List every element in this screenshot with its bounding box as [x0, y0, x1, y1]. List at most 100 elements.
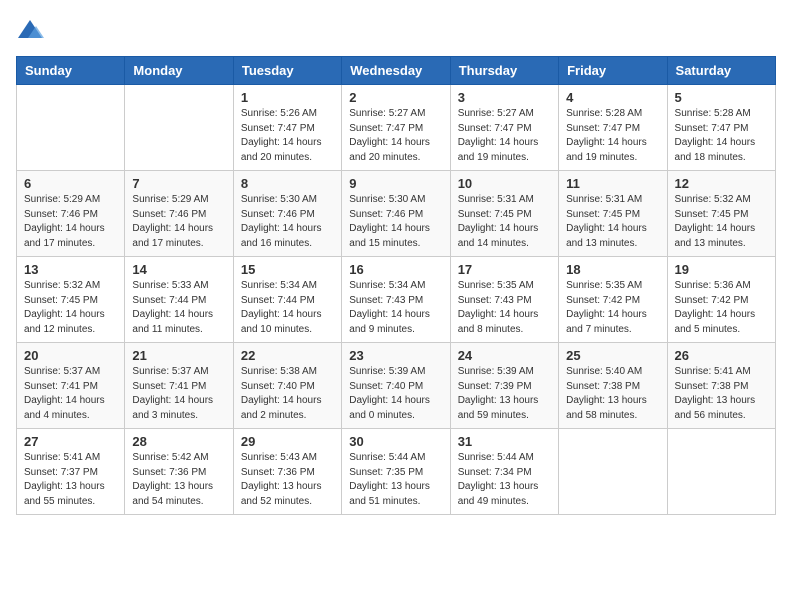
- day-info: Sunrise: 5:33 AM Sunset: 7:44 PM Dayligh…: [132, 279, 225, 337]
- calendar-cell: 28Sunrise: 5:42 AM Sunset: 7:36 PM Dayli…: [125, 429, 233, 515]
- day-info: Sunrise: 5:35 AM Sunset: 7:42 PM Dayligh…: [566, 279, 659, 337]
- day-info: Sunrise: 5:34 AM Sunset: 7:43 PM Dayligh…: [349, 279, 442, 337]
- day-info: Sunrise: 5:27 AM Sunset: 7:47 PM Dayligh…: [349, 107, 442, 165]
- day-number: 7: [132, 176, 225, 191]
- day-info: Sunrise: 5:29 AM Sunset: 7:46 PM Dayligh…: [132, 193, 225, 251]
- weekday-header-saturday: Saturday: [667, 57, 775, 85]
- calendar-cell: 19 Sunrise: 5:36 AM Sunset: 7:42 PM Dayli…: [667, 257, 775, 343]
- day-info: Sunrise: 5:30 AM Sunset: 7:46 PM Dayligh…: [241, 193, 334, 251]
- calendar-cell: 18 Sunrise: 5:35 AM Sunset: 7:42 PM Dayli…: [559, 257, 667, 343]
- calendar-cell: 7 Sunrise: 5:29 AM Sunset: 7:46 PM Daylig…: [125, 171, 233, 257]
- calendar-cell: 10 Sunrise: 5:31 AM Sunset: 7:45 PM Dayli…: [450, 171, 558, 257]
- calendar-cell: 14 Sunrise: 5:33 AM Sunset: 7:44 PM Dayli…: [125, 257, 233, 343]
- day-info: Sunrise: 5:29 AM Sunset: 7:46 PM Dayligh…: [24, 193, 117, 251]
- day-number: 12: [675, 176, 768, 191]
- day-number: 5: [675, 90, 768, 105]
- logo-icon: [16, 16, 44, 44]
- day-number: 11: [566, 176, 659, 191]
- day-number: 24: [458, 348, 551, 363]
- calendar-cell: 31 Sunrise: 5:44 AM Sunset: 7:34 PM Dayli…: [450, 429, 558, 515]
- calendar-table: SundayMondayTuesdayWednesdayThursdayFrid…: [16, 56, 776, 515]
- calendar-cell: [667, 429, 775, 515]
- calendar-cell: 25 Sunrise: 5:40 AM Sunset: 7:38 PM Dayli…: [559, 343, 667, 429]
- day-info: Sunrise: 5:32 AM Sunset: 7:45 PM Dayligh…: [24, 279, 117, 337]
- day-number: 21: [132, 348, 225, 363]
- calendar-week-row: 13 Sunrise: 5:32 AM Sunset: 7:45 PM Dayli…: [17, 257, 776, 343]
- day-number: 23: [349, 348, 442, 363]
- day-info: Sunrise: 5:44 AM Sunset: 7:34 PM Dayligh…: [458, 451, 551, 509]
- calendar-cell: 27 Sunrise: 5:41 AM Sunset: 7:37 PM Dayli…: [17, 429, 125, 515]
- weekday-header-friday: Friday: [559, 57, 667, 85]
- day-number: 20: [24, 348, 117, 363]
- day-info: Sunrise: 5:30 AM Sunset: 7:46 PM Dayligh…: [349, 193, 442, 251]
- weekday-header-monday: Monday: [125, 57, 233, 85]
- day-info: Sunrise: 5:43 AM Sunset: 7:36 PM Dayligh…: [241, 451, 334, 509]
- day-info: Sunrise: 5:27 AM Sunset: 7:47 PM Dayligh…: [458, 107, 551, 165]
- day-number: 30: [349, 434, 442, 449]
- weekday-header-wednesday: Wednesday: [342, 57, 450, 85]
- calendar-cell: 17 Sunrise: 5:35 AM Sunset: 7:43 PM Dayli…: [450, 257, 558, 343]
- page-header: [16, 16, 776, 44]
- weekday-header-tuesday: Tuesday: [233, 57, 341, 85]
- calendar-cell: 26 Sunrise: 5:41 AM Sunset: 7:38 PM Dayli…: [667, 343, 775, 429]
- day-info: Sunrise: 5:38 AM Sunset: 7:40 PM Dayligh…: [241, 365, 334, 423]
- logo: [16, 16, 48, 44]
- day-number: 3: [458, 90, 551, 105]
- day-info: Sunrise: 5:41 AM Sunset: 7:38 PM Dayligh…: [675, 365, 768, 423]
- day-number: 6: [24, 176, 117, 191]
- calendar-week-row: 1Sunrise: 5:26 AM Sunset: 7:47 PM Daylig…: [17, 85, 776, 171]
- calendar-cell: [17, 85, 125, 171]
- day-info: Sunrise: 5:37 AM Sunset: 7:41 PM Dayligh…: [24, 365, 117, 423]
- day-number: 4: [566, 90, 659, 105]
- day-number: 18: [566, 262, 659, 277]
- calendar-cell: 8 Sunrise: 5:30 AM Sunset: 7:46 PM Daylig…: [233, 171, 341, 257]
- calendar-cell: 1Sunrise: 5:26 AM Sunset: 7:47 PM Daylig…: [233, 85, 341, 171]
- calendar-header: SundayMondayTuesdayWednesdayThursdayFrid…: [17, 57, 776, 85]
- day-number: 14: [132, 262, 225, 277]
- weekday-header-thursday: Thursday: [450, 57, 558, 85]
- calendar-body: 1Sunrise: 5:26 AM Sunset: 7:47 PM Daylig…: [17, 85, 776, 515]
- calendar-cell: 13 Sunrise: 5:32 AM Sunset: 7:45 PM Dayli…: [17, 257, 125, 343]
- day-number: 13: [24, 262, 117, 277]
- calendar-cell: 21 Sunrise: 5:37 AM Sunset: 7:41 PM Dayli…: [125, 343, 233, 429]
- day-number: 10: [458, 176, 551, 191]
- day-info: Sunrise: 5:39 AM Sunset: 7:40 PM Dayligh…: [349, 365, 442, 423]
- day-info: Sunrise: 5:32 AM Sunset: 7:45 PM Dayligh…: [675, 193, 768, 251]
- day-info: Sunrise: 5:40 AM Sunset: 7:38 PM Dayligh…: [566, 365, 659, 423]
- day-number: 16: [349, 262, 442, 277]
- calendar-cell: 22Sunrise: 5:38 AM Sunset: 7:40 PM Dayli…: [233, 343, 341, 429]
- day-number: 28: [132, 434, 225, 449]
- day-info: Sunrise: 5:37 AM Sunset: 7:41 PM Dayligh…: [132, 365, 225, 423]
- calendar-cell: 20 Sunrise: 5:37 AM Sunset: 7:41 PM Dayli…: [17, 343, 125, 429]
- day-info: Sunrise: 5:35 AM Sunset: 7:43 PM Dayligh…: [458, 279, 551, 337]
- day-number: 19: [675, 262, 768, 277]
- day-number: 26: [675, 348, 768, 363]
- calendar-cell: 30Sunrise: 5:44 AM Sunset: 7:35 PM Dayli…: [342, 429, 450, 515]
- calendar-week-row: 20 Sunrise: 5:37 AM Sunset: 7:41 PM Dayli…: [17, 343, 776, 429]
- day-number: 27: [24, 434, 117, 449]
- calendar-cell: 5 Sunrise: 5:28 AM Sunset: 7:47 PM Daylig…: [667, 85, 775, 171]
- day-info: Sunrise: 5:41 AM Sunset: 7:37 PM Dayligh…: [24, 451, 117, 509]
- day-number: 9: [349, 176, 442, 191]
- calendar-cell: [559, 429, 667, 515]
- day-number: 17: [458, 262, 551, 277]
- calendar-cell: 16 Sunrise: 5:34 AM Sunset: 7:43 PM Dayli…: [342, 257, 450, 343]
- day-info: Sunrise: 5:26 AM Sunset: 7:47 PM Dayligh…: [241, 107, 334, 165]
- calendar-cell: 23 Sunrise: 5:39 AM Sunset: 7:40 PM Dayli…: [342, 343, 450, 429]
- calendar-cell: 15Sunrise: 5:34 AM Sunset: 7:44 PM Dayli…: [233, 257, 341, 343]
- calendar-cell: 24 Sunrise: 5:39 AM Sunset: 7:39 PM Dayli…: [450, 343, 558, 429]
- calendar-cell: 11Sunrise: 5:31 AM Sunset: 7:45 PM Dayli…: [559, 171, 667, 257]
- day-number: 31: [458, 434, 551, 449]
- calendar-cell: 12 Sunrise: 5:32 AM Sunset: 7:45 PM Dayli…: [667, 171, 775, 257]
- day-info: Sunrise: 5:39 AM Sunset: 7:39 PM Dayligh…: [458, 365, 551, 423]
- day-number: 25: [566, 348, 659, 363]
- calendar-cell: 3 Sunrise: 5:27 AM Sunset: 7:47 PM Daylig…: [450, 85, 558, 171]
- calendar-cell: 29Sunrise: 5:43 AM Sunset: 7:36 PM Dayli…: [233, 429, 341, 515]
- day-number: 8: [241, 176, 334, 191]
- day-info: Sunrise: 5:28 AM Sunset: 7:47 PM Dayligh…: [566, 107, 659, 165]
- day-info: Sunrise: 5:28 AM Sunset: 7:47 PM Dayligh…: [675, 107, 768, 165]
- weekday-header-row: SundayMondayTuesdayWednesdayThursdayFrid…: [17, 57, 776, 85]
- day-info: Sunrise: 5:36 AM Sunset: 7:42 PM Dayligh…: [675, 279, 768, 337]
- day-info: Sunrise: 5:31 AM Sunset: 7:45 PM Dayligh…: [458, 193, 551, 251]
- day-number: 2: [349, 90, 442, 105]
